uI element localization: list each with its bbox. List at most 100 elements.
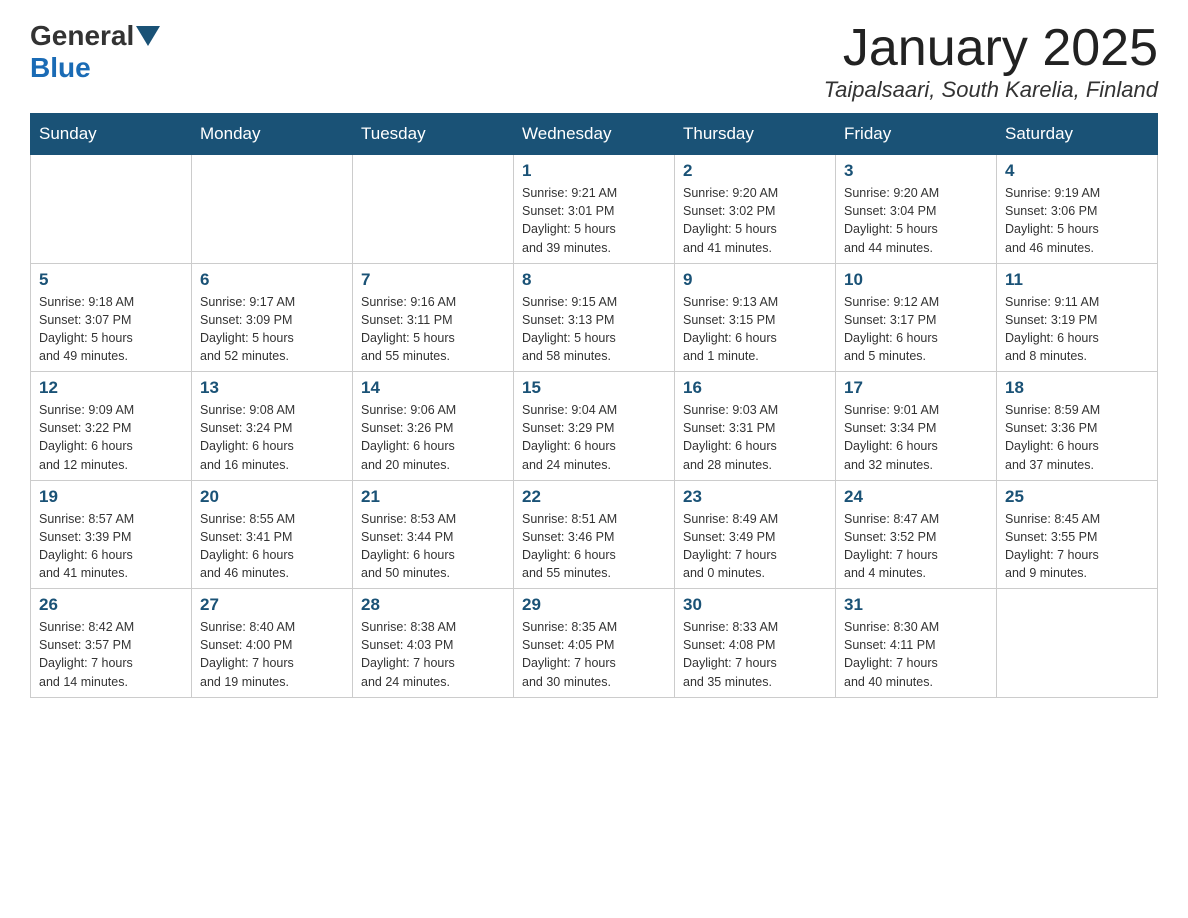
day-info: Sunrise: 8:49 AM Sunset: 3:49 PM Dayligh…	[683, 510, 827, 583]
table-row: 3 Sunrise: 9:20 AM Sunset: 3:04 PM Daylig…	[836, 155, 997, 264]
day-info: Sunrise: 9:15 AM Sunset: 3:13 PM Dayligh…	[522, 293, 666, 366]
day-info: Sunrise: 8:47 AM Sunset: 3:52 PM Dayligh…	[844, 510, 988, 583]
day-number: 12	[39, 378, 183, 398]
day-number: 9	[683, 270, 827, 290]
day-info: Sunrise: 8:30 AM Sunset: 4:11 PM Dayligh…	[844, 618, 988, 691]
logo: General Blue	[30, 20, 162, 84]
table-row: 15Sunrise: 9:04 AM Sunset: 3:29 PM Dayli…	[514, 372, 675, 481]
calendar-week-row: 12Sunrise: 9:09 AM Sunset: 3:22 PM Dayli…	[31, 372, 1158, 481]
table-row: 29 Sunrise: 8:35 AM Sunset: 4:05 PM Dayli…	[514, 589, 675, 698]
day-info: Sunrise: 8:45 AM Sunset: 3:55 PM Dayligh…	[1005, 510, 1149, 583]
table-row: 9 Sunrise: 9:13 AM Sunset: 3:15 PM Daylig…	[675, 263, 836, 372]
day-number: 31	[844, 595, 988, 615]
day-number: 15	[522, 378, 666, 398]
day-info: Sunrise: 9:12 AM Sunset: 3:17 PM Dayligh…	[844, 293, 988, 366]
day-info: Sunrise: 9:01 AM Sunset: 3:34 PM Dayligh…	[844, 401, 988, 474]
table-row: 22Sunrise: 8:51 AM Sunset: 3:46 PM Dayli…	[514, 480, 675, 589]
day-number: 7	[361, 270, 505, 290]
day-number: 23	[683, 487, 827, 507]
day-number: 24	[844, 487, 988, 507]
day-number: 30	[683, 595, 827, 615]
day-number: 28	[361, 595, 505, 615]
table-row: 4 Sunrise: 9:19 AM Sunset: 3:06 PM Daylig…	[997, 155, 1158, 264]
day-info: Sunrise: 9:17 AM Sunset: 3:09 PM Dayligh…	[200, 293, 344, 366]
logo-blue-text: Blue	[30, 52, 91, 84]
header-sunday: Sunday	[31, 114, 192, 155]
header-saturday: Saturday	[997, 114, 1158, 155]
page-header: General Blue January 2025 Taipalsaari, S…	[30, 20, 1158, 103]
logo-general-text: General	[30, 20, 134, 52]
day-info: Sunrise: 8:57 AM Sunset: 3:39 PM Dayligh…	[39, 510, 183, 583]
table-row: 14Sunrise: 9:06 AM Sunset: 3:26 PM Dayli…	[353, 372, 514, 481]
day-number: 29	[522, 595, 666, 615]
calendar-week-row: 26Sunrise: 8:42 AM Sunset: 3:57 PM Dayli…	[31, 589, 1158, 698]
day-info: Sunrise: 9:20 AM Sunset: 3:04 PM Dayligh…	[844, 184, 988, 257]
day-info: Sunrise: 9:18 AM Sunset: 3:07 PM Dayligh…	[39, 293, 183, 366]
day-info: Sunrise: 8:33 AM Sunset: 4:08 PM Dayligh…	[683, 618, 827, 691]
calendar-header-row: Sunday Monday Tuesday Wednesday Thursday…	[31, 114, 1158, 155]
table-row: 23 Sunrise: 8:49 AM Sunset: 3:49 PM Dayli…	[675, 480, 836, 589]
month-title: January 2025	[824, 20, 1158, 77]
day-number: 6	[200, 270, 344, 290]
table-row: 12Sunrise: 9:09 AM Sunset: 3:22 PM Dayli…	[31, 372, 192, 481]
day-number: 4	[1005, 161, 1149, 181]
day-number: 25	[1005, 487, 1149, 507]
table-row: 6 Sunrise: 9:17 AM Sunset: 3:09 PM Daylig…	[192, 263, 353, 372]
location-subtitle: Taipalsaari, South Karelia, Finland	[824, 77, 1158, 103]
table-row: 20Sunrise: 8:55 AM Sunset: 3:41 PM Dayli…	[192, 480, 353, 589]
day-info: Sunrise: 9:20 AM Sunset: 3:02 PM Dayligh…	[683, 184, 827, 257]
table-row: 27 Sunrise: 8:40 AM Sunset: 4:00 PM Dayli…	[192, 589, 353, 698]
day-number: 16	[683, 378, 827, 398]
table-row: 28 Sunrise: 8:38 AM Sunset: 4:03 PM Dayli…	[353, 589, 514, 698]
table-row: 19 Sunrise: 8:57 AM Sunset: 3:39 PM Dayli…	[31, 480, 192, 589]
title-section: January 2025 Taipalsaari, South Karelia,…	[824, 20, 1158, 103]
calendar-week-row: 5 Sunrise: 9:18 AM Sunset: 3:07 PM Daylig…	[31, 263, 1158, 372]
day-info: Sunrise: 8:38 AM Sunset: 4:03 PM Dayligh…	[361, 618, 505, 691]
table-row: 16Sunrise: 9:03 AM Sunset: 3:31 PM Dayli…	[675, 372, 836, 481]
day-number: 10	[844, 270, 988, 290]
table-row	[192, 155, 353, 264]
day-info: Sunrise: 8:42 AM Sunset: 3:57 PM Dayligh…	[39, 618, 183, 691]
calendar-week-row: 1Sunrise: 9:21 AM Sunset: 3:01 PM Daylig…	[31, 155, 1158, 264]
day-number: 19	[39, 487, 183, 507]
day-info: Sunrise: 8:53 AM Sunset: 3:44 PM Dayligh…	[361, 510, 505, 583]
header-friday: Friday	[836, 114, 997, 155]
day-number: 17	[844, 378, 988, 398]
day-number: 18	[1005, 378, 1149, 398]
table-row	[353, 155, 514, 264]
day-info: Sunrise: 8:35 AM Sunset: 4:05 PM Dayligh…	[522, 618, 666, 691]
day-number: 14	[361, 378, 505, 398]
table-row: 21Sunrise: 8:53 AM Sunset: 3:44 PM Dayli…	[353, 480, 514, 589]
header-wednesday: Wednesday	[514, 114, 675, 155]
day-number: 22	[522, 487, 666, 507]
day-number: 8	[522, 270, 666, 290]
day-number: 13	[200, 378, 344, 398]
day-info: Sunrise: 9:19 AM Sunset: 3:06 PM Dayligh…	[1005, 184, 1149, 257]
table-row: 11 Sunrise: 9:11 AM Sunset: 3:19 PM Dayli…	[997, 263, 1158, 372]
table-row: 13 Sunrise: 9:08 AM Sunset: 3:24 PM Dayli…	[192, 372, 353, 481]
table-row: 25 Sunrise: 8:45 AM Sunset: 3:55 PM Dayli…	[997, 480, 1158, 589]
day-info: Sunrise: 9:16 AM Sunset: 3:11 PM Dayligh…	[361, 293, 505, 366]
day-number: 2	[683, 161, 827, 181]
day-info: Sunrise: 9:13 AM Sunset: 3:15 PM Dayligh…	[683, 293, 827, 366]
table-row: 26Sunrise: 8:42 AM Sunset: 3:57 PM Dayli…	[31, 589, 192, 698]
day-info: Sunrise: 8:59 AM Sunset: 3:36 PM Dayligh…	[1005, 401, 1149, 474]
calendar-week-row: 19 Sunrise: 8:57 AM Sunset: 3:39 PM Dayli…	[31, 480, 1158, 589]
day-info: Sunrise: 8:40 AM Sunset: 4:00 PM Dayligh…	[200, 618, 344, 691]
day-number: 1	[522, 161, 666, 181]
calendar-table: Sunday Monday Tuesday Wednesday Thursday…	[30, 113, 1158, 698]
day-number: 5	[39, 270, 183, 290]
table-row: 2 Sunrise: 9:20 AM Sunset: 3:02 PM Daylig…	[675, 155, 836, 264]
table-row: 30 Sunrise: 8:33 AM Sunset: 4:08 PM Dayli…	[675, 589, 836, 698]
table-row: 1Sunrise: 9:21 AM Sunset: 3:01 PM Daylig…	[514, 155, 675, 264]
day-number: 11	[1005, 270, 1149, 290]
table-row: 24 Sunrise: 8:47 AM Sunset: 3:52 PM Dayli…	[836, 480, 997, 589]
day-info: Sunrise: 9:08 AM Sunset: 3:24 PM Dayligh…	[200, 401, 344, 474]
day-info: Sunrise: 9:11 AM Sunset: 3:19 PM Dayligh…	[1005, 293, 1149, 366]
table-row: 7 Sunrise: 9:16 AM Sunset: 3:11 PM Daylig…	[353, 263, 514, 372]
day-number: 3	[844, 161, 988, 181]
day-number: 20	[200, 487, 344, 507]
table-row: 17 Sunrise: 9:01 AM Sunset: 3:34 PM Dayli…	[836, 372, 997, 481]
header-thursday: Thursday	[675, 114, 836, 155]
day-number: 27	[200, 595, 344, 615]
